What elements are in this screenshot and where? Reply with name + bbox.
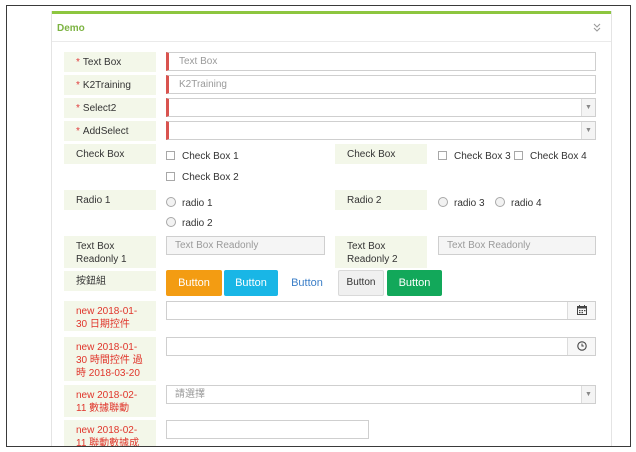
select2-dropdown[interactable]: ▼ bbox=[166, 98, 596, 117]
select2-label: * Select2 bbox=[64, 98, 156, 118]
readonly-1-input[interactable]: Text Box Readonly bbox=[166, 236, 325, 255]
radio-option-1[interactable]: radio 1 bbox=[166, 197, 213, 210]
demo-panel: Demo * Text Box Text Box * K2Training K2Tr… bbox=[51, 11, 612, 446]
k2training-input[interactable]: K2Training bbox=[166, 75, 596, 94]
time-label: new 2018-01- 30 時間控件 過時 2018-03-20 bbox=[64, 337, 156, 381]
double-chevron-down-icon[interactable] bbox=[593, 23, 601, 34]
cyan-button[interactable]: Button bbox=[224, 270, 278, 296]
caret-down-icon[interactable]: ▼ bbox=[581, 386, 595, 403]
radio-option-3[interactable]: radio 3 bbox=[438, 197, 485, 210]
check-box-3[interactable]: Check Box 3 bbox=[438, 151, 511, 163]
link-button[interactable]: Button bbox=[280, 270, 334, 296]
required-asterisk: * bbox=[76, 57, 80, 68]
check-box-label-1: Check Box bbox=[64, 144, 156, 164]
text-box-input[interactable]: Text Box bbox=[166, 52, 596, 71]
radio-option-4[interactable]: radio 4 bbox=[495, 197, 542, 210]
required-asterisk: * bbox=[76, 103, 80, 114]
readonly-2-input[interactable]: Text Box Readonly bbox=[438, 236, 596, 255]
check-box-label-2: Check Box bbox=[335, 144, 427, 164]
green-button[interactable]: Button bbox=[387, 270, 442, 296]
calendar-icon[interactable] bbox=[567, 302, 595, 319]
checkbox-icon bbox=[514, 151, 523, 160]
radio-option-2[interactable]: radio 2 bbox=[166, 217, 213, 230]
caret-down-icon[interactable]: ▼ bbox=[581, 99, 595, 116]
radio-icon bbox=[166, 217, 176, 227]
date-input[interactable] bbox=[166, 301, 596, 320]
radio-2-label: Radio 2 bbox=[335, 190, 427, 210]
linked-data-2-label: new 2018-02- 11 聯動數據成 bbox=[64, 420, 156, 446]
date-label: new 2018-01- 30 日期控件 bbox=[64, 301, 156, 331]
k2training-label: * K2Training bbox=[64, 75, 156, 95]
readonly-2-label: Text Box Readonly 2 bbox=[335, 236, 427, 268]
checkbox-icon bbox=[438, 151, 447, 160]
panel-title: Demo bbox=[57, 23, 85, 34]
radio-icon bbox=[495, 197, 505, 207]
time-input[interactable] bbox=[166, 337, 596, 356]
check-box-4[interactable]: Check Box 4 bbox=[514, 151, 587, 163]
required-asterisk: * bbox=[76, 80, 80, 91]
linked-data-label: new 2018-02- 11 數據聯動 bbox=[64, 385, 156, 417]
addselect-label: * AddSelect bbox=[64, 121, 156, 141]
caret-down-icon[interactable]: ▼ bbox=[581, 122, 595, 139]
checkbox-icon bbox=[166, 151, 175, 160]
panel-header: Demo bbox=[52, 14, 611, 42]
check-box-2[interactable]: Check Box 2 bbox=[166, 172, 239, 184]
clock-icon[interactable] bbox=[567, 338, 595, 355]
screenshot-frame: Demo * Text Box Text Box * K2Training K2Tr… bbox=[6, 5, 631, 447]
text-box-label: * Text Box bbox=[64, 52, 156, 72]
radio-1-label: Radio 1 bbox=[64, 190, 156, 210]
radio-icon bbox=[438, 197, 448, 207]
linked-data-2-input[interactable] bbox=[166, 420, 369, 439]
readonly-1-label: Text Box Readonly 1 bbox=[64, 236, 156, 268]
addselect-dropdown[interactable]: ▼ bbox=[166, 121, 596, 140]
required-asterisk: * bbox=[76, 126, 80, 137]
button-group-label: 按鈕組 bbox=[64, 271, 156, 291]
default-button[interactable]: Button bbox=[338, 270, 384, 296]
linked-data-select[interactable]: 請選擇 ▼ bbox=[166, 385, 596, 404]
orange-button[interactable]: Button bbox=[166, 270, 222, 296]
linked-data-placeholder: 請選擇 bbox=[175, 389, 205, 400]
checkbox-icon bbox=[166, 172, 175, 181]
radio-icon bbox=[166, 197, 176, 207]
check-box-1[interactable]: Check Box 1 bbox=[166, 151, 239, 163]
